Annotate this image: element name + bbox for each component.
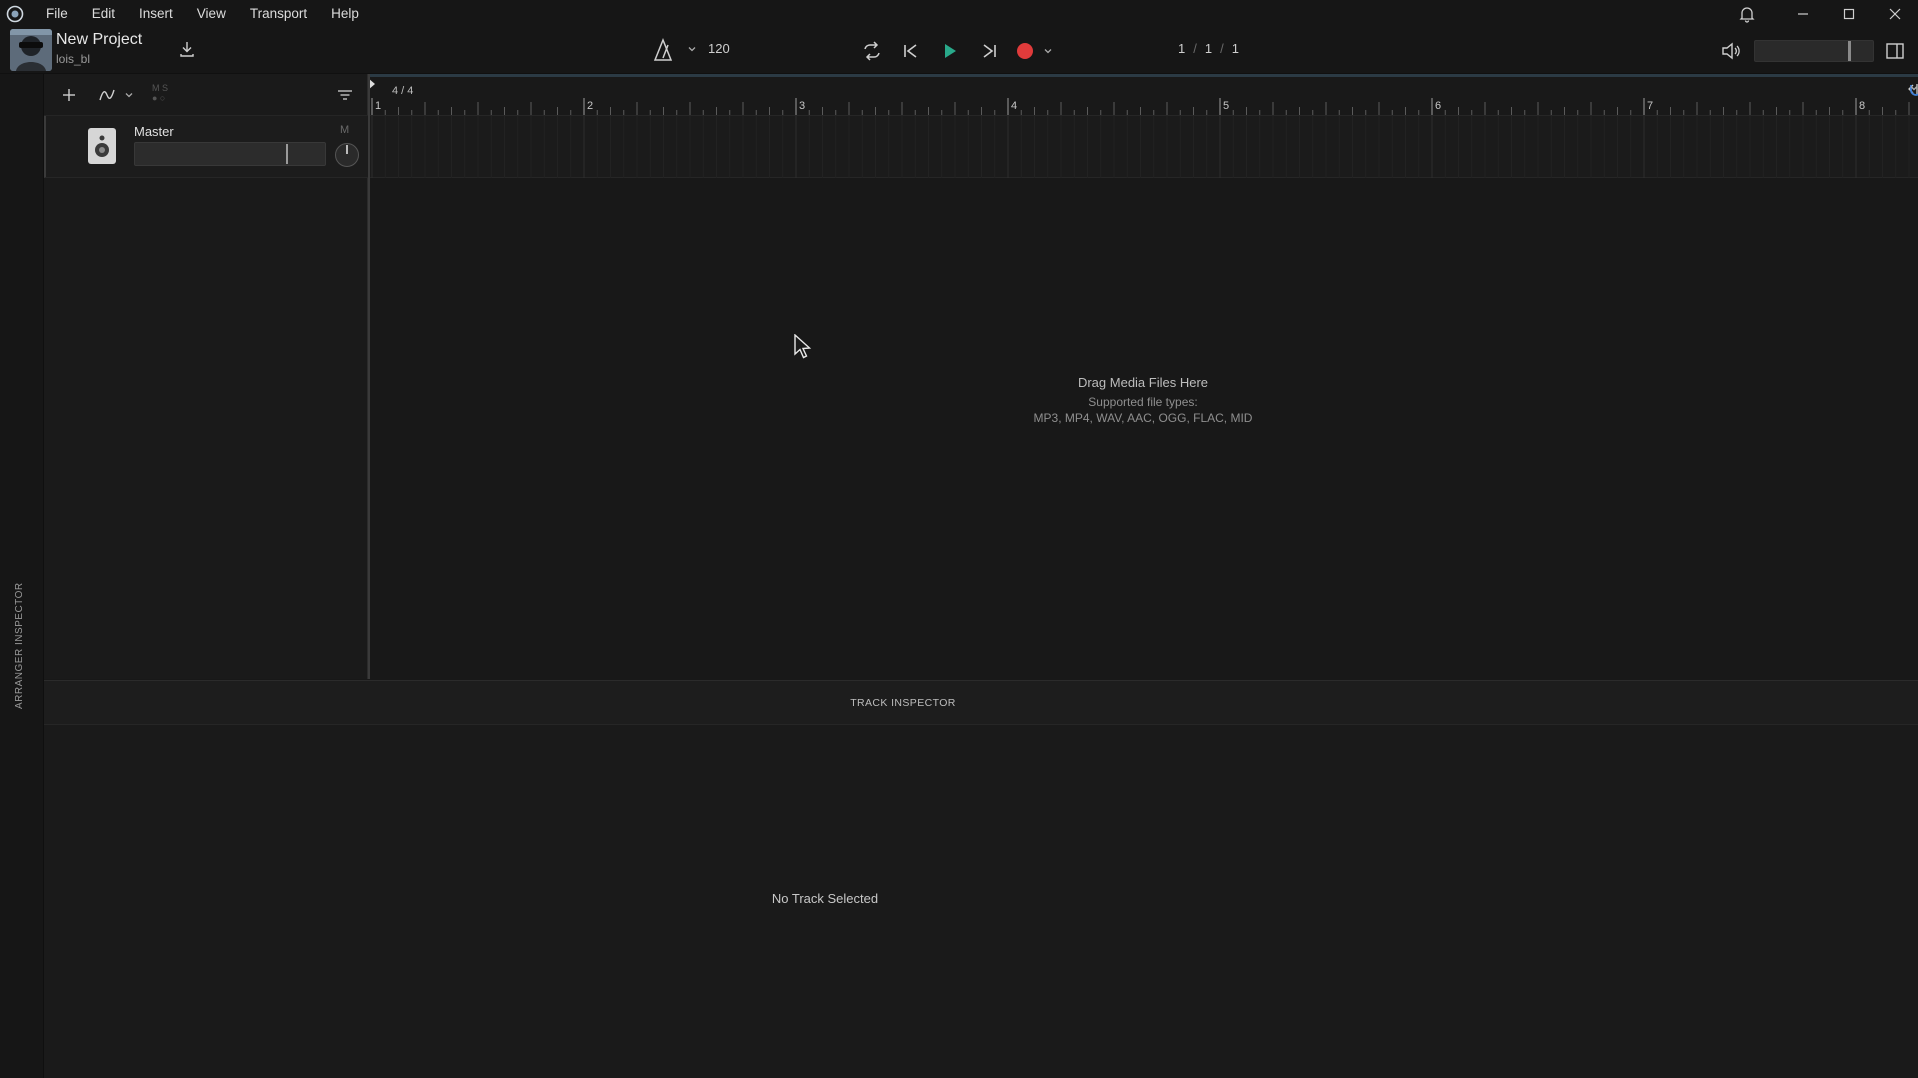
master-volume-slider[interactable]: [1754, 40, 1874, 62]
automation-button[interactable]: [96, 84, 118, 106]
mute-solo-labels: M S: [152, 83, 169, 93]
menu-help[interactable]: Help: [319, 0, 371, 27]
app-logo-icon: [6, 5, 24, 22]
bar-number: 7: [1647, 100, 1654, 112]
project-title: New Project: [56, 31, 143, 48]
record-options-chevron-down-icon[interactable]: [1040, 38, 1056, 64]
automation-dropdown-chevron-down-icon[interactable]: [122, 84, 136, 106]
download-icon[interactable]: [176, 38, 198, 60]
metronome-dropdown-chevron-down-icon[interactable]: [686, 43, 698, 55]
position-bar: 1: [1178, 41, 1186, 56]
media-drop-zone[interactable]: [368, 178, 1918, 679]
bar-number: 5: [1223, 100, 1230, 112]
track-filter-button[interactable]: [334, 84, 356, 106]
track-row-master[interactable]: Master M: [44, 116, 368, 178]
timeline-ruler[interactable]: 4 / 4 1 2 3 4 5 6 7 8: [368, 74, 1918, 116]
track-volume-handle[interactable]: [286, 144, 288, 164]
play-button[interactable]: [937, 38, 963, 64]
minimize-icon[interactable]: [1780, 0, 1826, 27]
loop-icon: [864, 41, 880, 61]
position-tick: 1: [1231, 41, 1239, 56]
track-pan-knob[interactable]: [335, 143, 359, 167]
play-icon: [945, 44, 956, 58]
record-button[interactable]: [1012, 38, 1038, 64]
skip-back-icon: [904, 44, 917, 58]
track-list-toolbar: M S ● ○: [44, 74, 368, 116]
notifications-bell-icon[interactable]: [1736, 3, 1758, 25]
ruler-ticks: [371, 98, 1910, 115]
record-icon: [1017, 43, 1033, 59]
avatar[interactable]: [10, 29, 52, 71]
menu-bar: File Edit Insert View Transport Help: [0, 0, 1918, 27]
lane-grid: [371, 116, 1910, 178]
speaker-icon: [88, 128, 116, 164]
bar-number: 2: [587, 100, 594, 112]
sidebar-toggle-icon[interactable]: [1884, 40, 1906, 62]
tempo-value[interactable]: 120: [708, 41, 730, 56]
drop-zone-title: Drag Media Files Here: [1077, 375, 1209, 390]
menu-view[interactable]: View: [185, 0, 238, 27]
bar-number: 1: [375, 100, 382, 112]
automation-curve-icon: [99, 89, 115, 101]
window-controls: [1780, 0, 1918, 27]
track-lane-master[interactable]: [368, 116, 1918, 178]
mute-solo-indicators: M S ● ○: [152, 83, 168, 103]
time-signature[interactable]: 4 / 4: [392, 85, 413, 97]
skip-to-end-button[interactable]: [976, 38, 1002, 64]
track-inspector-title: TRACK INSPECTOR: [850, 696, 956, 709]
position-beat: 1: [1204, 41, 1213, 56]
filter-icon: [338, 90, 352, 100]
bar-number: 3: [799, 100, 806, 112]
bar-number: 4: [1011, 100, 1018, 112]
track-inspector-header[interactable]: TRACK INSPECTOR: [44, 681, 1918, 725]
plus-icon: [63, 89, 75, 101]
arranger-inspector-label[interactable]: ARRANGER INSPECTOR: [14, 582, 25, 709]
mouse-cursor-icon: [794, 334, 812, 359]
metronome-icon[interactable]: [652, 38, 674, 62]
mute-solo-dots: ● ○: [152, 93, 166, 103]
menu-transport[interactable]: Transport: [238, 0, 319, 27]
arranger-inspector-strip[interactable]: ARRANGER INSPECTOR: [0, 74, 44, 1078]
position-separator: /: [1193, 41, 1197, 56]
track-inspector-panel: TRACK INSPECTOR No Track Selected: [44, 680, 1918, 1078]
snap-dropdown-chevron-down-icon[interactable]: [1908, 82, 1918, 94]
loop-button[interactable]: [859, 38, 885, 64]
skip-forward-icon: [983, 44, 996, 58]
main-toolbar: New Project lois_bl 120 1 / 1 / 1: [0, 27, 1918, 74]
drop-zone-subtitle: Supported file types:: [1088, 395, 1198, 409]
maximize-icon[interactable]: [1826, 0, 1872, 27]
position-display[interactable]: 1 / 1 / 1: [1178, 41, 1239, 56]
drop-zone-file-types: MP3, MP4, WAV, AAC, OGG, FLAC, MID: [1033, 411, 1253, 425]
track-mute-button[interactable]: M: [340, 124, 349, 136]
no-track-selected-text: No Track Selected: [771, 891, 879, 906]
volume-icon[interactable]: [1720, 40, 1742, 62]
position-separator: /: [1220, 41, 1224, 56]
skip-to-start-button[interactable]: [898, 38, 924, 64]
add-track-button[interactable]: [58, 84, 80, 106]
menu-insert[interactable]: Insert: [127, 0, 185, 27]
track-name[interactable]: Master: [134, 124, 174, 139]
track-list-panel: M S ● ○ Master M: [44, 74, 368, 679]
menu-edit[interactable]: Edit: [80, 0, 127, 27]
menu-file[interactable]: File: [34, 0, 80, 27]
master-volume-handle[interactable]: [1848, 41, 1851, 61]
arranger-timeline[interactable]: 4 / 4 1 2 3 4 5 6 7 8 Drag Media Files Here Sup…: [368, 74, 1918, 679]
project-user: lois_bl: [56, 52, 91, 66]
track-volume-fader[interactable]: [134, 142, 326, 166]
bar-number: 6: [1435, 100, 1442, 112]
bar-number: 8: [1859, 100, 1866, 112]
close-icon[interactable]: [1872, 0, 1918, 27]
